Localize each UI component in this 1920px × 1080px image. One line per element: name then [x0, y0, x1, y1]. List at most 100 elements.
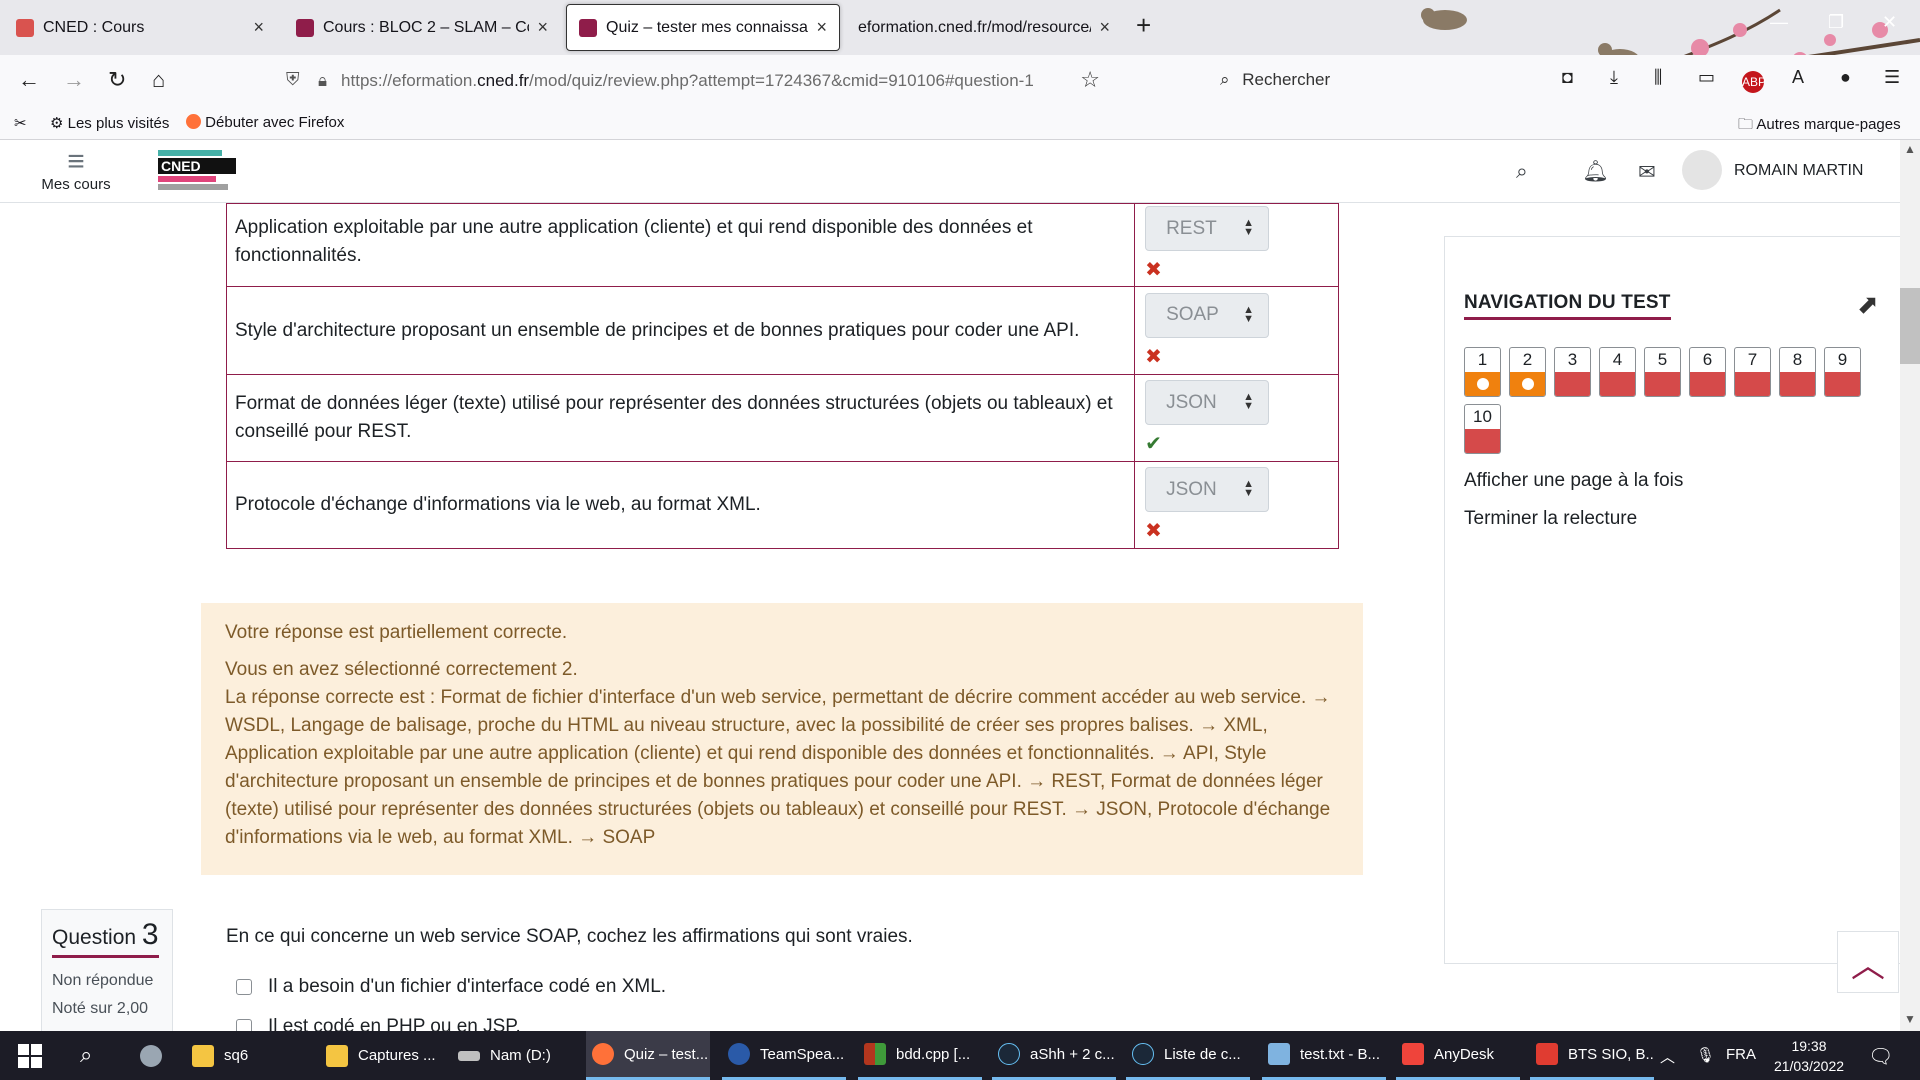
back-icon[interactable]: ← [18, 67, 40, 93]
select-caret-icon: ▲ ▼ [1243, 478, 1255, 499]
messages-icon[interactable]: ✉ [1638, 160, 1656, 185]
shield-icon[interactable]: ⛨ [286, 69, 300, 90]
answer-select[interactable]: JSON ▲ ▼ [1145, 467, 1270, 512]
quiz-nav-button-2[interactable]: 2 [1509, 347, 1546, 397]
matching-question-text: Application exploitable par une autre ap… [225, 203, 1136, 287]
download-icon[interactable]: ⤓ [1610, 67, 1618, 88]
question-state-indicator [1510, 372, 1545, 396]
new-tab-button[interactable]: + [1136, 10, 1151, 41]
taskbar-pinned-app[interactable] [134, 1031, 178, 1080]
quiz-nav-button-4[interactable]: 4 [1599, 347, 1636, 397]
tab-quiz[interactable]: Quiz – tester mes connaissances × [566, 4, 840, 51]
scroll-down-icon[interactable]: ▼ [1904, 1012, 1916, 1026]
taskbar-item-captures[interactable]: Captures ... [320, 1031, 438, 1080]
matching-answers-table: Application exploitable par une autre ap… [225, 203, 1339, 549]
close-tab-icon[interactable]: × [537, 17, 548, 38]
quiz-nav-button-9[interactable]: 9 [1824, 347, 1861, 397]
taskbar-item-anydesk[interactable]: AnyDesk [1396, 1031, 1520, 1080]
scrollbar-thumb[interactable] [1900, 288, 1920, 364]
answer-select[interactable]: SOAP ▲ ▼ [1145, 292, 1270, 338]
language-indicator[interactable]: FRA [1726, 1046, 1756, 1063]
pocket-icon[interactable]: ◘ [1562, 67, 1573, 88]
quiz-nav-button-10[interactable]: 10 [1464, 404, 1501, 454]
close-tab-icon[interactable]: × [816, 17, 827, 38]
notification-center-icon[interactable]: 🗨︎ [1868, 1044, 1893, 1069]
close-tab-icon[interactable]: × [1099, 17, 1110, 38]
other-bookmarks[interactable]: 🗀 Autres marque-pages [1738, 114, 1901, 139]
taskbar-item-drive[interactable]: Nam (D:) [452, 1031, 570, 1080]
close-window-icon[interactable]: ✕ [1882, 12, 1897, 33]
user-name[interactable]: ROMAIN MARTIN [1734, 162, 1863, 180]
answer-select[interactable]: REST ▲ ▼ [1145, 206, 1270, 251]
expand-arrow-icon[interactable]: ⬈ [1857, 289, 1879, 320]
question-state: Non répondue [52, 972, 154, 989]
drive-icon [458, 1050, 480, 1061]
tab-eformation-resource[interactable]: eformation.cned.fr/mod/resource/v × [846, 4, 1122, 51]
taskbar-item-steam-chat[interactable]: aShh + 2 c... [992, 1031, 1116, 1080]
adblock-icon[interactable]: ABP [1742, 71, 1766, 93]
favicon-icon [16, 18, 34, 37]
matching-question-text: Style d'architecture proposant un ensemb… [225, 286, 1136, 375]
taskbar-search-icon[interactable]: ⌕ [80, 1042, 92, 1068]
forward-icon[interactable]: → [63, 67, 85, 93]
url-text[interactable]: https://eformation.cned.fr/mod/quiz/revi… [341, 71, 1061, 91]
taskbar-clock[interactable]: 19:38 21/03/2022 [1764, 1036, 1854, 1076]
close-tab-icon[interactable]: × [253, 17, 264, 38]
chevron-up-icon: ︿ [1851, 946, 1885, 985]
search-icon[interactable]: ⌕ [1516, 160, 1528, 184]
search-box[interactable]: ⌕ Rechercher [1220, 70, 1330, 90]
taskbar-item-firefox[interactable]: Quiz – test... [586, 1031, 710, 1080]
extension-icon[interactable]: A [1792, 67, 1804, 88]
show-one-page-link[interactable]: Afficher une page à la fois [1464, 470, 1683, 492]
checkbox[interactable] [236, 1019, 252, 1031]
quiz-nav-button-3[interactable]: 3 [1554, 347, 1591, 397]
reader-view-icon[interactable]: ▭ [1698, 67, 1715, 88]
checkbox[interactable] [236, 979, 252, 995]
notification-bell-icon[interactable]: 🔔︎ [1582, 160, 1609, 184]
start-button[interactable] [18, 1044, 42, 1068]
quiz-nav-button-5[interactable]: 5 [1644, 347, 1681, 397]
quiz-navigation-block: NAVIGATION DU TEST ⬈ 1 2 3 4 5 6 7 8 9 1… [1444, 236, 1900, 964]
clock-date: 21/03/2022 [1773, 1058, 1845, 1074]
tab-bloc2-slam[interactable]: Cours : BLOC 2 – SLAM – Conce × [284, 4, 560, 51]
matching-question-text: Format de données léger (texte) utilisé … [225, 374, 1136, 462]
quiz-nav-button-6[interactable]: 6 [1689, 347, 1726, 397]
tab-cned-cours[interactable]: CNED : Cours × [4, 4, 276, 51]
cned-logo[interactable]: CNED [158, 150, 238, 194]
quiz-nav-button-7[interactable]: 7 [1734, 347, 1771, 397]
bookmark-star-icon[interactable]: ☆ [1080, 67, 1100, 93]
bookmark-getting-started[interactable]: Débuter avec Firefox [186, 114, 344, 131]
answer-option[interactable]: Il est codé en PHP ou en JSP. [236, 1016, 521, 1031]
maximize-icon[interactable]: ❐ [1828, 12, 1844, 33]
page-scrollbar[interactable]: ▲ ▼ [1900, 140, 1920, 1031]
screenshot-icon[interactable]: ✂ [14, 114, 27, 132]
taskbar-item-notepad[interactable]: test.txt - B... [1262, 1031, 1386, 1080]
library-icon[interactable]: ⫼ [1654, 67, 1662, 88]
quiz-nav-button-1[interactable]: 1 [1464, 347, 1501, 397]
finish-review-link[interactable]: Terminer la relecture [1464, 508, 1637, 530]
reload-icon[interactable]: ↻ [108, 67, 126, 93]
answer-select[interactable]: JSON ▲ ▼ [1145, 380, 1270, 425]
microphone-icon[interactable]: 🎙︎ [1696, 1046, 1715, 1064]
avatar[interactable] [1682, 150, 1722, 190]
bookmark-most-visited[interactable]: ⚙ Les plus visités [50, 114, 169, 132]
back-to-top-button[interactable]: ︿ [1837, 931, 1899, 993]
address-bar[interactable]: ⛨ 🔒︎ https://eformation.cned.fr/mod/quiz… [280, 63, 1100, 99]
question-state-indicator [1825, 372, 1860, 396]
account-icon[interactable]: ● [1840, 67, 1851, 88]
lock-icon[interactable]: 🔒︎ [318, 71, 327, 91]
scroll-up-icon[interactable]: ▲ [1904, 142, 1916, 156]
answer-option[interactable]: Il a besoin d'un fichier d'interface cod… [236, 976, 666, 998]
taskbar-item-teamspeak[interactable]: TeamSpea... [722, 1031, 846, 1080]
taskbar-item-sq6[interactable]: sq6 [186, 1031, 304, 1080]
app-menu-icon[interactable]: ☰ [1884, 67, 1900, 88]
minimize-icon[interactable]: — [1770, 12, 1788, 33]
tray-overflow-icon[interactable]: ︿ [1660, 1046, 1675, 1067]
taskbar-item-codeblocks[interactable]: bdd.cpp [... [858, 1031, 982, 1080]
my-courses-button[interactable]: ≡ Mes cours [38, 147, 114, 194]
home-icon[interactable]: ⌂ [152, 67, 165, 93]
browser-nav-bar: ← → ↻ ⌂ ⛨ 🔒︎ https://eformation.cned.fr/… [0, 55, 1920, 107]
taskbar-item-steam-friends[interactable]: Liste de c... [1126, 1031, 1250, 1080]
quiz-nav-button-8[interactable]: 8 [1779, 347, 1816, 397]
taskbar-item-pdf[interactable]: BTS SIO, B... [1530, 1031, 1654, 1080]
